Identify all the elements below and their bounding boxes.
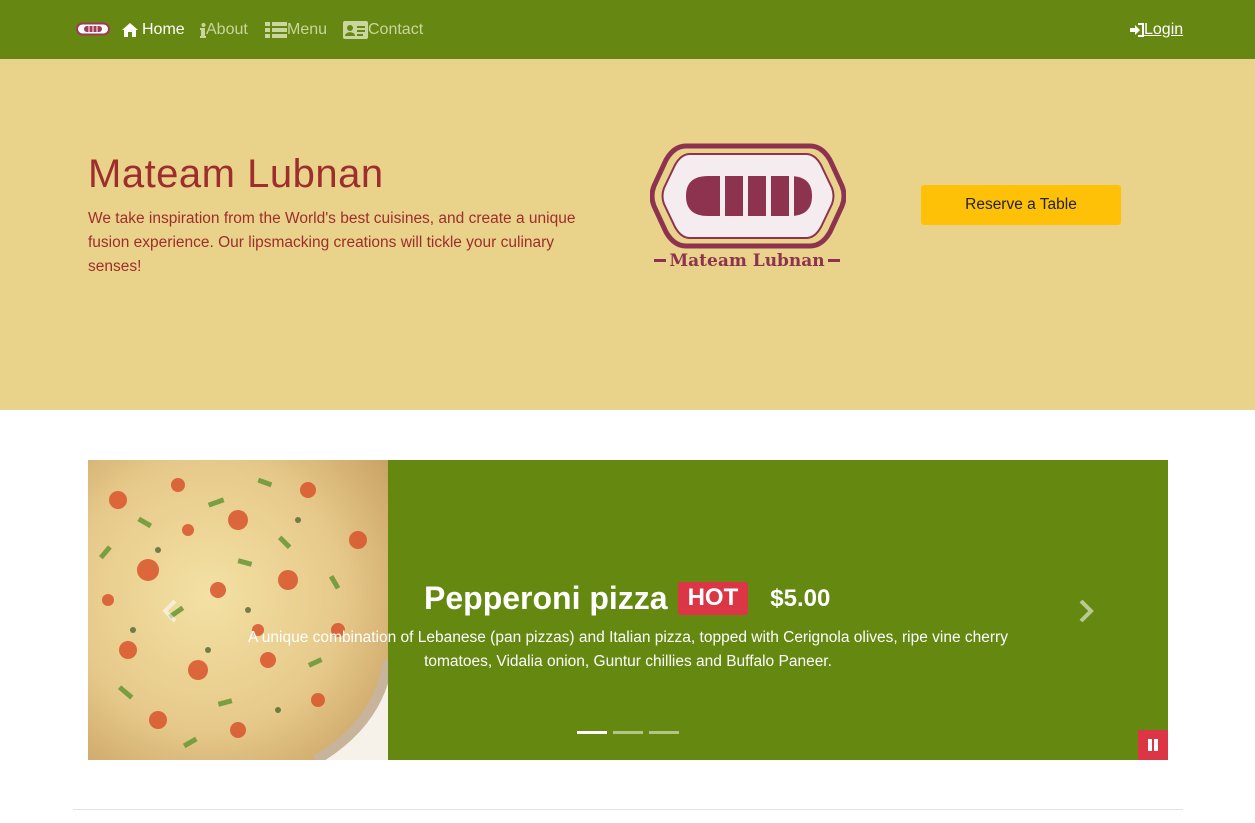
carousel-indicator-2[interactable] <box>613 731 643 734</box>
sandwich-logo-icon[interactable] <box>76 22 110 36</box>
sign-in-icon <box>1130 23 1144 37</box>
address-card-icon <box>343 21 368 39</box>
navbar: Home About Menu Contact Login <box>0 0 1255 59</box>
nav-home[interactable]: Home <box>122 19 185 41</box>
nav-about-label: About <box>206 21 248 38</box>
login-label: Login <box>1144 21 1184 38</box>
carousel-indicator-3[interactable] <box>649 731 679 734</box>
carousel-pause-button[interactable] <box>1138 730 1168 760</box>
nav-about[interactable]: About <box>200 19 248 41</box>
list-icon <box>265 22 287 38</box>
dish-price: $5.00 <box>770 584 831 612</box>
hot-badge: HOT <box>677 582 749 615</box>
nav-menu[interactable]: Menu <box>265 19 327 41</box>
dish-name: Pepperoni pizza <box>424 580 668 616</box>
carousel-prev-icon[interactable] <box>160 600 180 622</box>
pizza-image <box>88 460 388 760</box>
home-icon <box>122 23 138 37</box>
login-link[interactable]: Login <box>1130 19 1183 41</box>
slide-title: Pepperoni pizza HOT $5.00 <box>424 580 830 617</box>
logo-text: Mateam Lubnan <box>669 251 824 271</box>
nav-home-label: Home <box>142 21 185 38</box>
carousel-indicators <box>577 731 679 734</box>
nav-contact[interactable]: Contact <box>343 19 423 41</box>
hero-title: Mateam Lubnan <box>88 152 384 196</box>
section-divider <box>73 809 1183 810</box>
pause-icon <box>1148 739 1158 751</box>
carousel-indicator-1[interactable] <box>577 731 607 734</box>
restaurant-logo: Mateam Lubnan <box>650 143 846 271</box>
carousel: Pepperoni pizza HOT $5.00 A unique combi… <box>88 460 1168 760</box>
nav-menu-label: Menu <box>287 21 328 38</box>
nav-contact-label: Contact <box>368 21 424 38</box>
carousel-next-icon[interactable] <box>1076 600 1096 622</box>
reserve-table-button[interactable]: Reserve a Table <box>921 185 1121 225</box>
dish-description: A unique combination of Lebanese (pan pi… <box>248 629 1008 670</box>
hero-description: We take inspiration from the World's bes… <box>88 210 576 275</box>
